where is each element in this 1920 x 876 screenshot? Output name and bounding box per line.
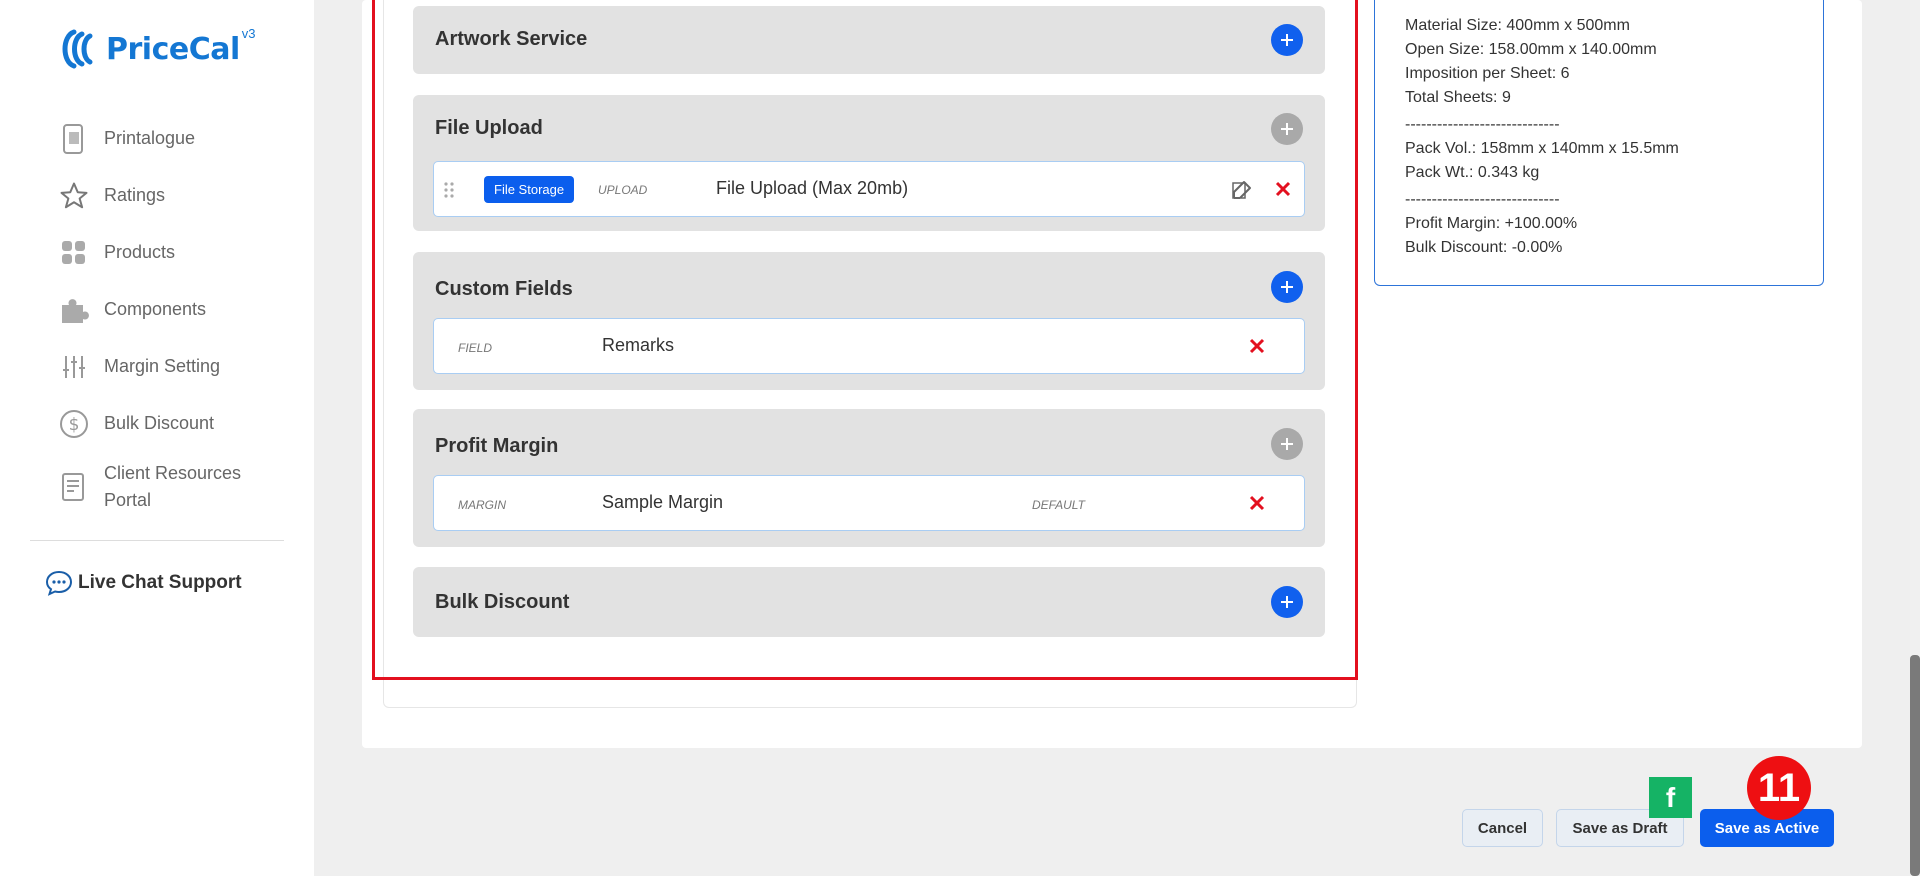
sliders-icon	[58, 351, 90, 383]
sidebar-item-printalogue[interactable]: Printalogue	[58, 110, 288, 167]
puzzle-icon	[58, 294, 90, 326]
cancel-button[interactable]: Cancel	[1462, 809, 1543, 847]
scrollbar[interactable]	[1910, 0, 1920, 876]
open-size: Open Size: 158.00mm x 140.00mm	[1405, 41, 1657, 58]
sidebar-item-margin-setting[interactable]: Margin Setting	[58, 338, 288, 395]
sidebar-item-client-resources-portal[interactable]: Client Resources Portal	[58, 452, 288, 522]
live-chat-label: Live Chat Support	[78, 572, 242, 593]
sidebar-item-products[interactable]: Products	[58, 224, 288, 281]
logo-mark-icon	[62, 29, 93, 69]
pack-vol: Pack Vol.: 158mm x 140mm x 15.5mm	[1405, 140, 1679, 157]
sidebar-item-label: Components	[104, 299, 207, 319]
sidebar: PriceCal v3 Printalogue Ratings Products	[0, 0, 314, 876]
sidebar-item-ratings[interactable]: Ratings	[58, 167, 288, 224]
separator: -----------------------------	[1405, 191, 1560, 208]
chat-bubble-icon	[44, 568, 74, 598]
sidebar-item-label: Ratings	[104, 185, 166, 205]
sidebar-divider	[30, 540, 284, 541]
grid-icon	[58, 237, 90, 269]
live-chat-support-link[interactable]: Live Chat Support	[44, 568, 242, 598]
svg-text:$: $	[69, 415, 80, 435]
imposition: Imposition per Sheet: 6	[1405, 65, 1570, 82]
sidebar-item-label: Margin Setting	[104, 356, 221, 376]
dollar-circle-icon: $	[58, 408, 90, 440]
profit-margin-summary: Profit Margin: +100.00%	[1405, 215, 1578, 232]
step-number-badge: 11	[1747, 756, 1811, 820]
brand-version: v3	[241, 25, 256, 41]
bulk-discount-summary: Bulk Discount: -0.00%	[1405, 239, 1563, 256]
scrollbar-thumb[interactable]	[1910, 655, 1920, 876]
sidebar-item-label: Products	[104, 242, 176, 262]
pricecal-logo[interactable]: PriceCal v3	[52, 24, 255, 74]
sidebar-item-label: Printalogue	[104, 128, 196, 148]
sidebar-item-label: Client Resources Portal	[104, 463, 242, 510]
price-summary: Material Size: 400mm x 500mm Open Size: …	[1374, 0, 1824, 286]
brand-name: PriceCal	[106, 31, 240, 67]
separator: -----------------------------	[1405, 116, 1560, 133]
material-size: Material Size: 400mm x 500mm	[1405, 17, 1630, 34]
total-sheets: Total Sheets: 9	[1405, 89, 1511, 106]
star-icon	[58, 180, 90, 212]
sidebar-item-components[interactable]: Components	[58, 281, 288, 338]
phone-catalog-icon	[58, 123, 90, 155]
sidebar-nav: Printalogue Ratings Products Components …	[58, 110, 288, 522]
pack-wt: Pack Wt.: 0.343 kg	[1405, 164, 1540, 181]
document-icon	[58, 471, 90, 503]
annotation-marker-f: f	[1649, 777, 1692, 818]
sidebar-item-label: Bulk Discount	[104, 413, 215, 433]
sidebar-item-bulk-discount[interactable]: $ Bulk Discount	[58, 395, 288, 452]
highlight-box	[372, 0, 1358, 680]
